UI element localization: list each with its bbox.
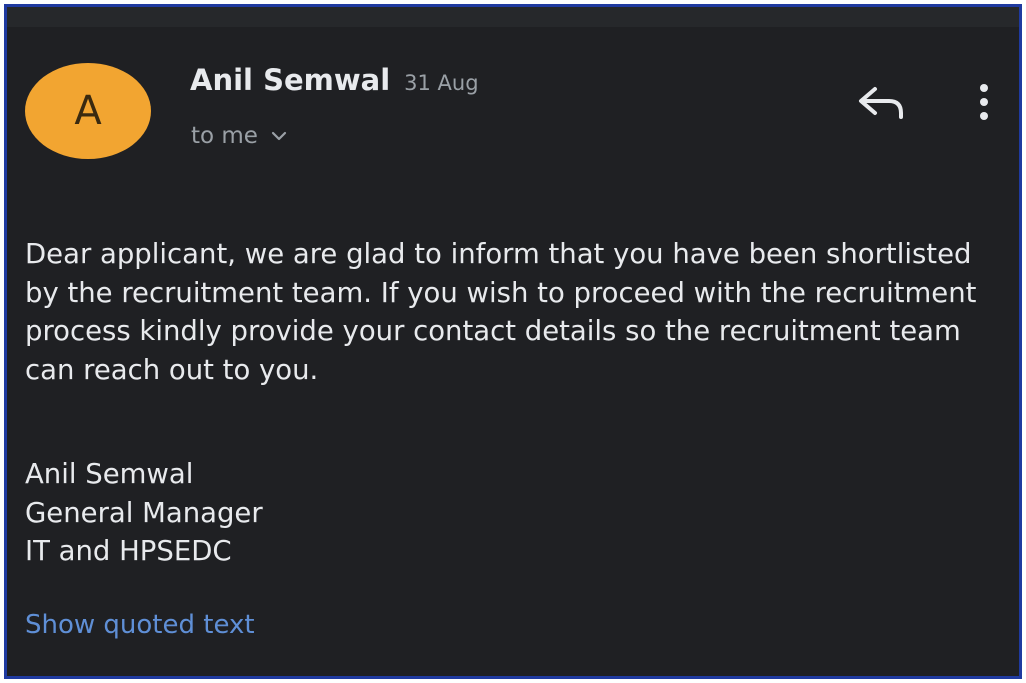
sender-name[interactable]: Anil Semwal <box>190 63 390 97</box>
recipient-toggle[interactable]: to me <box>191 123 288 149</box>
signature-name: Anil Semwal <box>25 458 194 490</box>
reply-button[interactable] <box>855 83 909 123</box>
sender-header: Anil Semwal 31 Aug <box>190 63 479 97</box>
top-bar <box>7 7 1019 27</box>
more-options-button[interactable] <box>969 79 999 125</box>
more-vert-icon <box>980 84 988 120</box>
reply-icon <box>859 87 903 119</box>
signature-title: General Manager <box>25 496 263 529</box>
avatar-letter: A <box>74 88 102 134</box>
signature-org: IT and HPSEDC <box>25 535 232 567</box>
email-signature: Anil Semwal General Manager IT and HPSED… <box>25 455 263 571</box>
show-quoted-text-link[interactable]: Show quoted text <box>25 610 255 640</box>
chevron-down-icon <box>271 131 287 141</box>
email-date: 31 Aug <box>404 71 479 95</box>
sender-avatar[interactable]: A <box>25 63 151 159</box>
email-view: A Anil Semwal 31 Aug to me Dear applican… <box>4 4 1022 679</box>
email-body: Dear applicant, we are glad to inform th… <box>25 238 977 386</box>
recipient-label: to me <box>191 123 258 149</box>
